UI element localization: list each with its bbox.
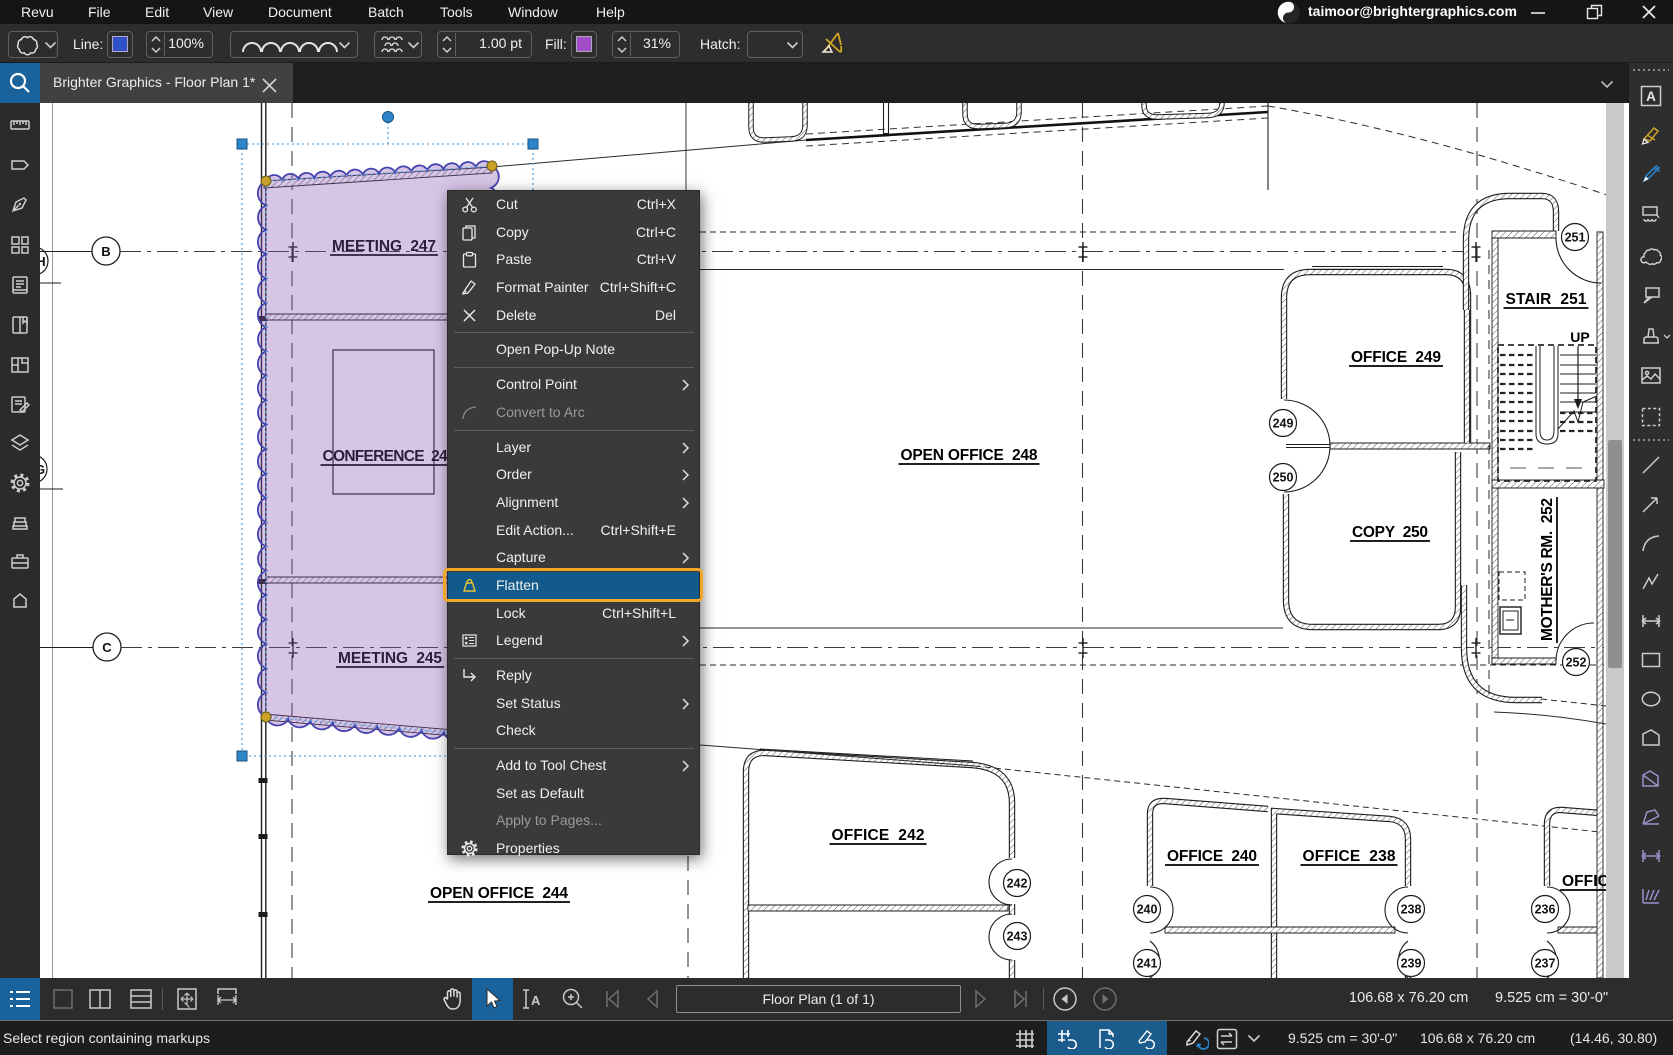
svg-text:251: 251 bbox=[1565, 231, 1586, 245]
svg-text:252: 252 bbox=[1566, 656, 1587, 670]
svg-text:COPY 250: COPY 250 bbox=[1352, 524, 1428, 541]
svg-text:249: 249 bbox=[1273, 417, 1294, 431]
svg-text:C: C bbox=[102, 640, 112, 655]
svg-text:241: 241 bbox=[1137, 957, 1158, 971]
svg-text:UP: UP bbox=[1570, 329, 1589, 345]
svg-text:OPEN OFFICE 244: OPEN OFFICE 244 bbox=[430, 885, 568, 902]
svg-text:H: H bbox=[40, 254, 46, 269]
svg-text:243: 243 bbox=[1007, 930, 1028, 944]
svg-text:B: B bbox=[101, 244, 110, 259]
svg-text:MOTHER'S RM. 252: MOTHER'S RM. 252 bbox=[1539, 498, 1556, 641]
svg-text:OFFICE 242: OFFICE 242 bbox=[832, 827, 925, 844]
svg-text:STAIR 251: STAIR 251 bbox=[1506, 291, 1587, 308]
svg-text:237: 237 bbox=[1535, 957, 1556, 971]
svg-text:A: A bbox=[1646, 89, 1656, 104]
svg-text:OFFICE 236: OFFICE 236 bbox=[1562, 873, 1606, 890]
svg-text:A: A bbox=[531, 993, 541, 1008]
svg-text:238: 238 bbox=[1401, 903, 1422, 917]
svg-text:250: 250 bbox=[1273, 471, 1294, 485]
svg-text:240: 240 bbox=[1137, 903, 1158, 917]
svg-text:OFFICE 240: OFFICE 240 bbox=[1167, 848, 1257, 865]
svg-text:OPEN OFFICE 248: OPEN OFFICE 248 bbox=[901, 447, 1038, 464]
svg-text:G: G bbox=[40, 462, 45, 477]
svg-text:236: 236 bbox=[1535, 903, 1556, 917]
svg-text:239: 239 bbox=[1401, 957, 1422, 971]
svg-text:OFFICE 238: OFFICE 238 bbox=[1303, 848, 1396, 865]
svg-text:OFFICE 249: OFFICE 249 bbox=[1351, 349, 1441, 366]
svg-text:242: 242 bbox=[1007, 877, 1028, 891]
